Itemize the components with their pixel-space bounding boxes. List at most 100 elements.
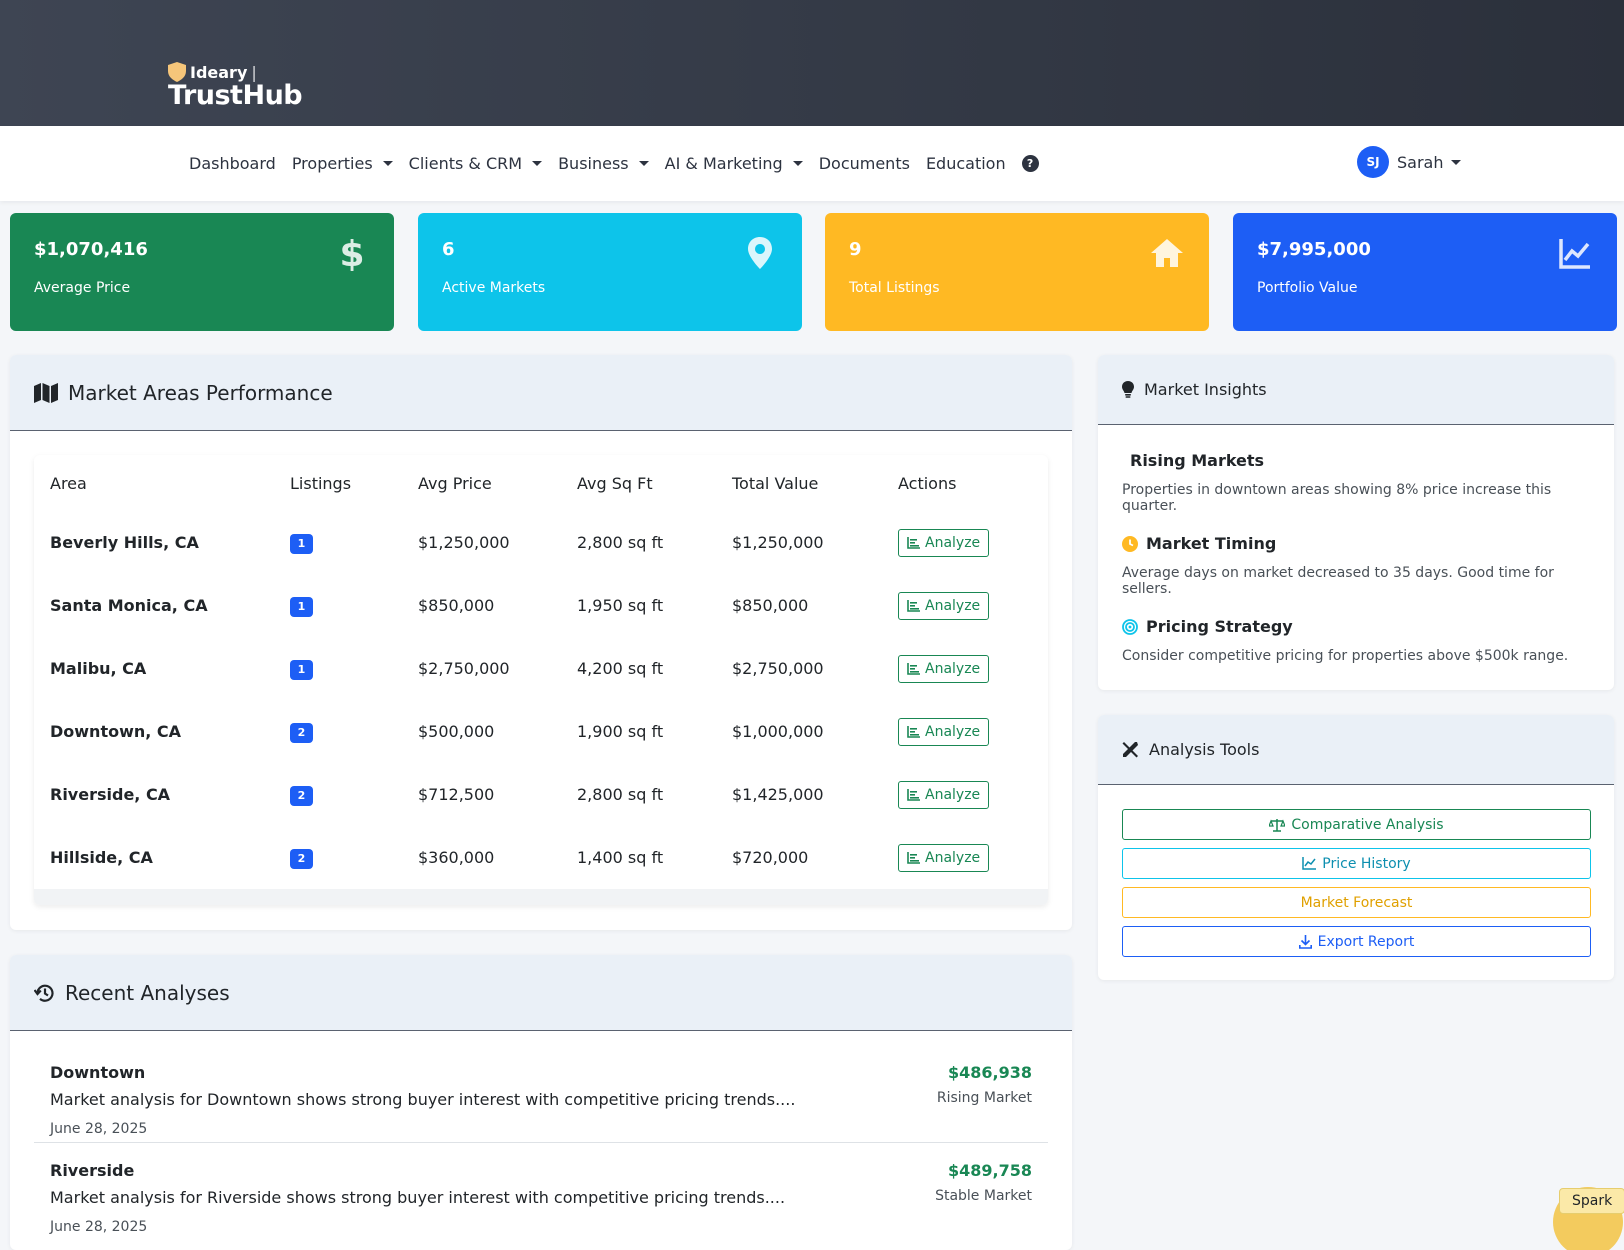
comparative-analysis-button[interactable]: Comparative Analysis [1122,809,1591,840]
analysis-date: June 28, 2025 [50,1219,148,1235]
areas-table-wrapper: Area Listings Avg Price Avg Sq Ft Total … [34,455,1048,905]
nav-business[interactable]: Business [558,154,649,173]
stat-label: Portfolio Value [1257,280,1358,296]
listings-badge: 1 [290,596,313,617]
analyze-button[interactable]: Analyze [898,780,990,809]
caret-down-icon [532,161,543,166]
listings-badge: 2 [290,722,313,743]
cell-total-value: $1,425,000 [732,785,824,804]
map-pin-icon [748,237,772,269]
cell-avg-sqft: 1,400 sq ft [577,848,664,867]
nav-label: Business [558,154,629,173]
insight-title-row: Market Timing [1122,534,1590,553]
market-forecast-button[interactable]: Market Forecast [1122,887,1591,918]
insight-text: Consider competitive pricing for propert… [1122,648,1569,664]
cell-actions: Analyze [882,763,1048,826]
nav-documents[interactable]: Documents [819,154,910,173]
insight-item: Pricing Strategy Consider competitive pr… [1122,617,1590,664]
analysis-status: Stable Market [935,1188,1032,1204]
spark-label: Spark [1559,1188,1624,1214]
analysis-tools-card: Analysis Tools Comparative Analysis Pric… [1098,715,1614,980]
analysis-date: June 28, 2025 [50,1121,148,1137]
avatar: SJ [1357,146,1389,178]
cell-area: Riverside, CA [50,785,171,804]
col-actions: Actions [898,473,957,493]
card-title: Market Areas Performance [68,380,333,405]
nav-ai-marketing[interactable]: AI & Marketing [665,154,803,173]
card-header: Analysis Tools [1098,715,1614,785]
brand-small: Ideary [190,62,248,82]
button-label: Market Forecast [1300,894,1413,911]
list-item[interactable]: Riverside Market analysis for Riverside … [34,1143,1048,1241]
chart-bar-icon [907,851,920,864]
areas-table: Area Listings Avg Price Avg Sq Ft Total … [34,455,1048,889]
house-icon [1151,239,1183,267]
stat-active-markets: 6 Active Markets [418,213,802,331]
table-row: Santa Monica, CA 1 $850,000 1,950 sq ft … [34,574,1048,637]
map-icon [34,382,58,403]
history-icon [34,984,54,1002]
market-areas-card: Market Areas Performance Area Listings A… [10,355,1072,930]
market-insights-card: Market Insights Rising Markets Propertie… [1098,355,1614,690]
cell-avg-sqft: 2,800 sq ft [577,785,664,804]
cell-listings: 2 [274,763,402,826]
stat-value: $1,070,416 [34,239,148,260]
user-menu[interactable]: SJ Sarah [1357,146,1462,178]
insight-item: Market Timing Average days on market dec… [1122,534,1590,597]
analyze-button[interactable]: Analyze [898,528,990,557]
cell-total-value: $850,000 [732,596,809,615]
target-icon [1122,618,1138,635]
cell-avg-price: $360,000 [418,848,495,867]
stat-label: Average Price [34,280,131,296]
analysis-description: Market analysis for Riverside shows stro… [50,1188,786,1207]
card-header: Recent Analyses [10,955,1072,1031]
help-icon[interactable]: ? [1021,155,1039,172]
nav-label: Documents [818,154,910,173]
col-listings: Listings [290,473,352,493]
analyze-button[interactable]: Analyze [898,654,990,683]
cell-actions: Analyze [882,511,1048,574]
nav-properties[interactable]: Properties [292,154,393,173]
lightbulb-icon [1122,381,1134,398]
analysis-status: Rising Market [936,1090,1032,1106]
cell-avg-price: $500,000 [418,722,495,741]
cell-listings: 1 [274,637,402,700]
insight-text: Properties in downtown areas showing 8% … [1122,482,1552,514]
cell-listings: 1 [274,511,402,574]
price-history-button[interactable]: Price History [1122,848,1591,879]
cell-avg-sqft: 1,900 sq ft [577,722,664,741]
cell-total-value: $1,250,000 [732,533,824,552]
card-title: Market Insights [1144,380,1267,399]
analyze-label: Analyze [925,534,981,551]
stat-label: Total Listings [849,280,940,296]
cell-avg-sqft: 2,800 sq ft [577,533,664,552]
cell-avg-sqft: 1,950 sq ft [577,596,664,615]
cell-actions: Analyze [882,826,1048,889]
analyze-button[interactable]: Analyze [898,717,990,746]
download-icon [1298,934,1312,949]
export-report-button[interactable]: Export Report [1122,926,1591,957]
col-total-value: Total Value [732,473,819,493]
chart-bar-icon [907,662,920,675]
col-area: Area [50,473,87,493]
cell-total-value: $720,000 [732,848,809,867]
brand-name: TrustHub [168,80,303,111]
chart-bar-icon [907,725,920,738]
nav-education[interactable]: Education [926,154,1006,173]
cell-avg-sqft: 4,200 sq ft [577,659,664,678]
horizontal-scrollbar[interactable] [34,889,1048,905]
caret-down-icon [1451,159,1462,165]
nav-clients-crm[interactable]: Clients & CRM [409,154,543,173]
stat-portfolio-value: $7,995,000 Portfolio Value [1233,213,1617,331]
cell-area: Hillside, CA [50,848,153,867]
col-avg-price: Avg Price [418,473,492,493]
analyze-label: Analyze [925,660,981,677]
nav-dashboard[interactable]: Dashboard [189,154,276,173]
cell-area: Beverly Hills, CA [50,533,199,552]
nav-label: Education [925,154,1006,173]
list-item[interactable]: Downtown Market analysis for Downtown sh… [34,1045,1048,1143]
analyze-button[interactable]: Analyze [898,591,990,620]
brand-logo[interactable]: Ideary | TrustHub [168,62,303,111]
insight-title: Pricing Strategy [1146,617,1293,636]
analyze-button[interactable]: Analyze [898,843,990,872]
